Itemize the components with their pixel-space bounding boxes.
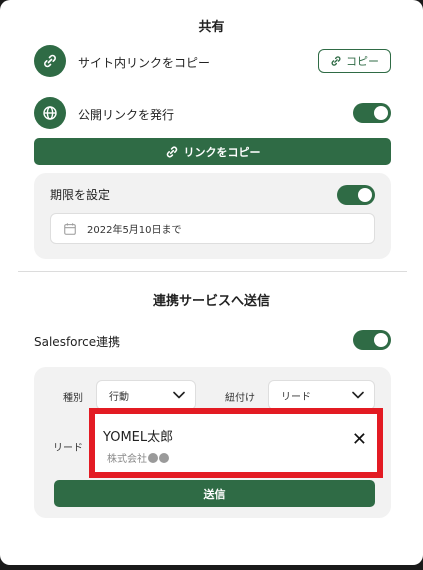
send-button-label: 送信 xyxy=(203,487,226,501)
chevron-down-icon xyxy=(352,391,364,399)
link-icon xyxy=(34,45,66,77)
integration-title: 連携サービスへ送信 xyxy=(152,294,270,309)
send-button[interactable]: 送信 xyxy=(54,480,375,507)
lead-card[interactable]: YOMEL太郎 株式会社 ✕ xyxy=(89,408,383,478)
copy-public-link-label: リンクをコピー xyxy=(183,145,261,159)
link-icon xyxy=(165,145,179,159)
expiry-toggle[interactable] xyxy=(337,185,375,205)
masked-dot xyxy=(159,452,169,463)
calendar-icon xyxy=(63,222,77,236)
lead-company-text: 株式会社 xyxy=(107,454,147,465)
copy-button-label: コピー xyxy=(346,55,379,68)
type-select[interactable]: 行動 xyxy=(96,380,196,410)
expiry-date-field[interactable]: 2022年5月10日まで xyxy=(50,213,375,244)
share-panel: 共有 サイト内リンクをコピー コピー 公開リンクを発行 リンクをコピー 期限を設… xyxy=(0,0,423,565)
section-divider xyxy=(18,271,407,272)
type-select-value: 行動 xyxy=(109,391,129,403)
public-link-toggle[interactable] xyxy=(353,103,391,123)
site-link-label: サイト内リンクをコピー xyxy=(78,56,211,70)
link-icon xyxy=(330,55,342,67)
copy-site-link-button[interactable]: コピー xyxy=(318,49,391,73)
public-link-label: 公開リンクを発行 xyxy=(78,108,175,122)
copy-public-link-button[interactable]: リンクをコピー xyxy=(34,138,391,165)
expiry-label: 期限を設定 xyxy=(50,188,111,202)
lead-label: リード xyxy=(53,443,83,454)
globe-icon xyxy=(34,97,66,129)
close-icon[interactable]: ✕ xyxy=(352,431,367,449)
link-to-label: 紐付け xyxy=(225,393,255,404)
salesforce-label: Salesforce連携 xyxy=(34,335,121,349)
lead-name: YOMEL太郎 xyxy=(103,430,174,445)
expiry-date-value: 2022年5月10日まで xyxy=(87,225,182,236)
share-title: 共有 xyxy=(198,20,225,35)
salesforce-toggle[interactable] xyxy=(353,330,391,350)
link-to-select[interactable]: リード xyxy=(268,380,375,410)
chevron-down-icon xyxy=(173,391,185,399)
lead-company: 株式会社 xyxy=(107,450,169,465)
link-to-select-value: リード xyxy=(281,391,311,403)
masked-dot xyxy=(148,452,158,463)
type-label: 種別 xyxy=(63,393,83,404)
